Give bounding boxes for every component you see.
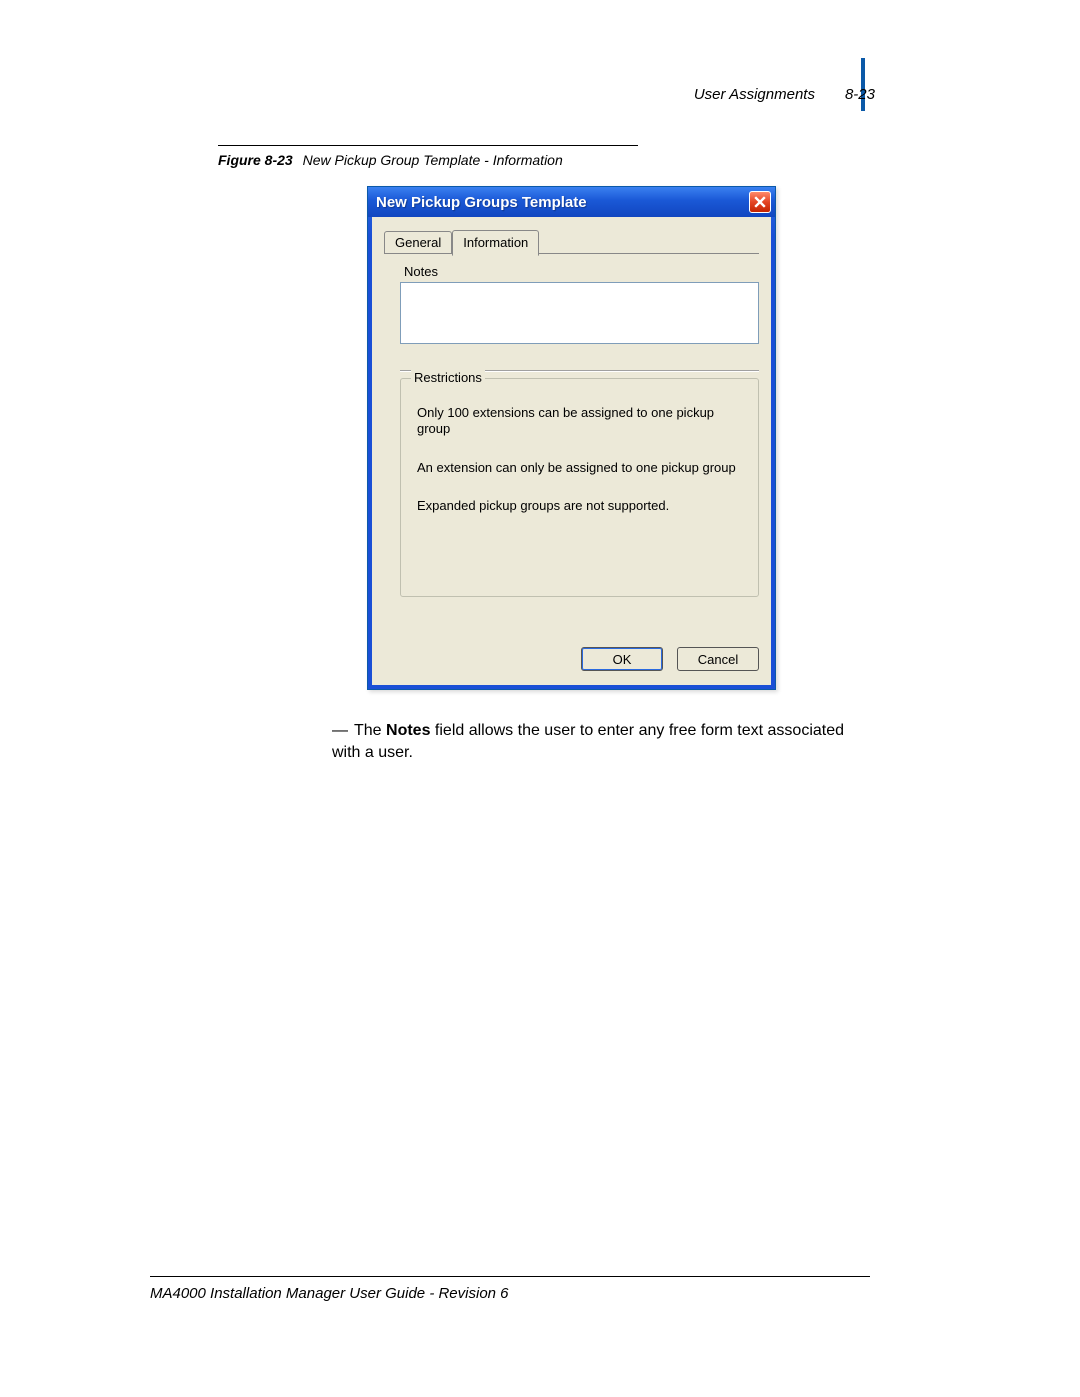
tab-information-label: Information: [463, 235, 528, 250]
close-button[interactable]: [749, 191, 771, 213]
notes-input[interactable]: [400, 282, 759, 344]
restrictions-groupbox: Restrictions Only 100 extensions can be …: [400, 378, 759, 597]
button-row: OK Cancel: [581, 647, 759, 671]
page-header: User Assignments 8-23: [694, 86, 875, 103]
dialog-title: New Pickup Groups Template: [376, 194, 587, 211]
tab-general-label: General: [395, 235, 441, 250]
cancel-button-label: Cancel: [698, 652, 738, 667]
ok-button[interactable]: OK: [581, 647, 663, 671]
figure-caption: Figure 8-23 New Pickup Group Template - …: [218, 145, 638, 168]
restrictions-legend: Restrictions: [411, 370, 485, 385]
ok-button-label: OK: [613, 652, 632, 667]
figure-title: New Pickup Group Template - Information: [303, 152, 563, 168]
body-bold: Notes: [386, 722, 430, 739]
body-paragraph: —The Notes field allows the user to ente…: [332, 720, 862, 763]
dialog-body: General Information Notes Restrictions O…: [372, 217, 771, 685]
notes-label: Notes: [404, 264, 438, 279]
figure-number: Figure 8-23: [218, 152, 293, 168]
restriction-1: Only 100 extensions can be assigned to o…: [401, 405, 758, 438]
tab-strip: General Information: [384, 229, 539, 254]
close-icon: [754, 196, 766, 208]
crop-mark: [861, 58, 865, 111]
restriction-2: An extension can only be assigned to one…: [401, 460, 758, 476]
tab-panel-information: Notes Restrictions Only 100 extensions c…: [384, 253, 759, 633]
tab-general[interactable]: General: [384, 231, 452, 254]
footer-text: MA4000 Installation Manager User Guide -…: [150, 1285, 509, 1302]
tab-information[interactable]: Information: [452, 230, 539, 256]
section-name: User Assignments: [694, 86, 815, 103]
page-footer: MA4000 Installation Manager User Guide -…: [150, 1276, 870, 1302]
cancel-button[interactable]: Cancel: [677, 647, 759, 671]
body-pre: The: [354, 722, 386, 739]
page-number: 8-23: [845, 86, 875, 103]
dialog-window: New Pickup Groups Template General Infor…: [367, 186, 776, 690]
dash: —: [332, 722, 348, 739]
titlebar[interactable]: New Pickup Groups Template: [368, 187, 775, 217]
restriction-3: Expanded pickup groups are not supported…: [401, 498, 758, 514]
caption-rule: [218, 145, 638, 146]
